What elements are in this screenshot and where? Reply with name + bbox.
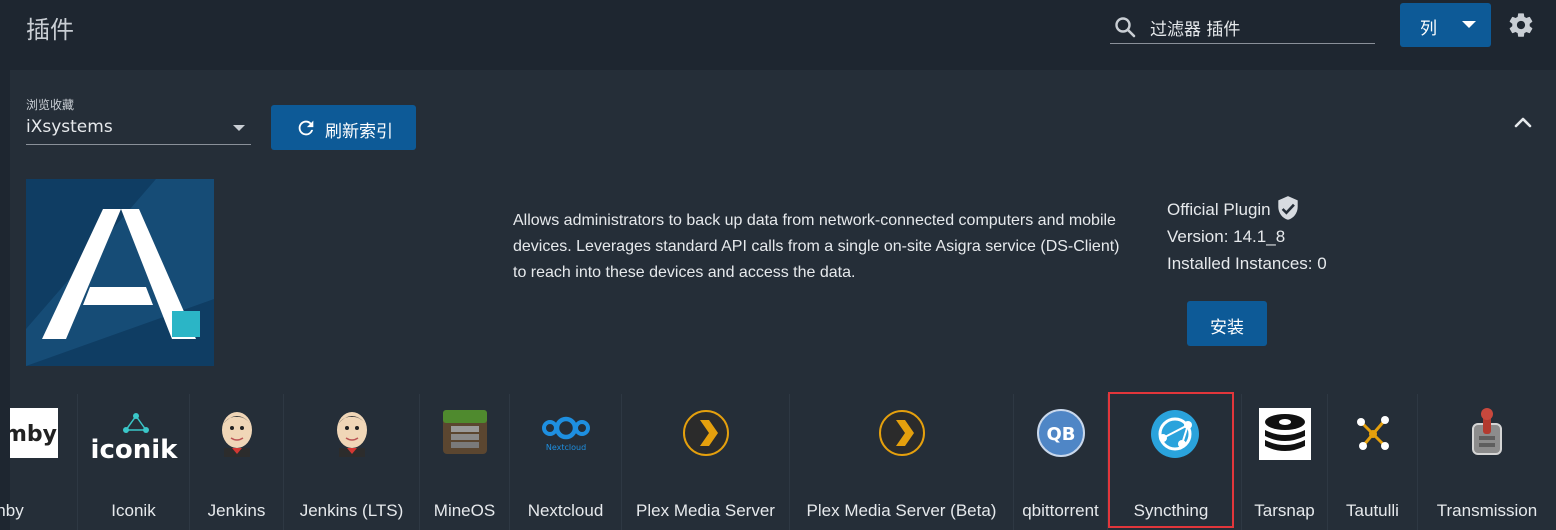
chevron-up-icon[interactable] [1510, 112, 1536, 132]
plugin-tile-label: Jenkins (LTS) [299, 501, 404, 520]
selected-tile-highlight [1108, 392, 1234, 528]
plugin-tile-label: Iconik [111, 501, 156, 520]
columns-button[interactable]: 列 [1400, 3, 1491, 47]
verified-shield-icon [1277, 196, 1298, 220]
caret-down-icon [1462, 21, 1476, 28]
install-button[interactable]: 安装 [1187, 301, 1267, 346]
page-title: 插件 [26, 16, 74, 44]
plugin-tile-qbittorrent[interactable]: QB qbittorrent [1014, 394, 1108, 530]
gear-icon[interactable] [1507, 11, 1535, 39]
plugin-tile-label: qbittorrent [1022, 501, 1099, 520]
search-field[interactable] [1110, 8, 1375, 44]
qbittorrent-logo-text: QB [1046, 424, 1075, 445]
installed-instances: Installed Instances: 0 [1167, 254, 1327, 273]
plex-icon [878, 410, 925, 456]
emby-icon: mby [10, 408, 58, 458]
plugin-tile-plex[interactable]: Plex Media Server [622, 394, 790, 530]
nextcloud-logo-text: Nextcloud [545, 443, 585, 452]
plugin-tile-tautulli[interactable]: Tautulli [1328, 394, 1418, 530]
plugin-description: Allows administrators to back up data fr… [513, 212, 1120, 281]
plugin-tile-tarsnap[interactable]: Tarsnap [1242, 394, 1328, 530]
plugin-tile-label: Plex Media Server [636, 501, 775, 520]
repo-select[interactable]: iXsystems [26, 113, 251, 145]
plugin-tile-label: Plex Media Server (Beta) [806, 501, 997, 520]
plugin-tile-plex-beta[interactable]: Plex Media Server (Beta) [790, 394, 1014, 530]
refresh-index-label: 刷新索引 [325, 122, 393, 142]
mineos-icon [442, 410, 487, 454]
qbittorrent-icon: QB [1036, 409, 1085, 457]
plugin-tile-label: Tarsnap [1254, 501, 1315, 520]
plugin-tile-label: MineOS [433, 501, 496, 520]
plugin-tile-label: Tautulli [1346, 501, 1399, 520]
repo-select-value: iXsystems [26, 117, 113, 137]
official-plugin-label: Official Plugin [1167, 199, 1271, 219]
plugin-tile-label: Nextcloud [527, 501, 604, 520]
plugin-tile-nextcloud[interactable]: Nextcloud Nextcloud [510, 394, 622, 530]
refresh-index-button[interactable]: 刷新索引 [271, 105, 416, 150]
plugin-tile-transmission[interactable]: Transmission [1418, 394, 1556, 530]
search-icon [1115, 17, 1136, 38]
jenkins-icon [221, 412, 252, 457]
plugin-tile-label: Transmission [1436, 501, 1538, 520]
install-button-label: 安装 [1210, 318, 1244, 338]
left-strip [0, 62, 10, 530]
jenkins-icon [336, 412, 367, 457]
columns-button-label: 列 [1420, 19, 1437, 39]
nextcloud-icon: Nextcloud [541, 416, 590, 452]
tautulli-icon [1356, 416, 1389, 450]
iconik-icon: iconik [90, 413, 178, 464]
plugin-meta: Official Plugin Version: 14.1_8 Installe… [1167, 195, 1327, 277]
caret-down-icon [233, 125, 245, 131]
transmission-icon [1472, 408, 1502, 455]
plugin-tile-iconik[interactable]: iconik Iconik [78, 394, 190, 530]
top-bar: 插件 列 [0, 0, 1556, 62]
plugin-tile-label: Jenkins [207, 501, 266, 520]
plugin-tile-jenkins[interactable]: Jenkins [190, 394, 284, 530]
plugin-tile-label: nby [0, 501, 24, 520]
tarsnap-icon [1258, 408, 1311, 460]
emby-logo-text: mby [10, 422, 57, 447]
plugin-tile-mineos[interactable]: MineOS [420, 394, 510, 530]
plex-icon [682, 410, 729, 456]
iconik-logo-text: iconik [90, 435, 177, 464]
plugin-tile-jenkins-lts[interactable]: Jenkins (LTS) [284, 394, 420, 530]
asigra-logo [26, 179, 214, 366]
plugin-tile-emby[interactable]: mby nby [0, 394, 78, 530]
refresh-icon [298, 120, 314, 136]
plugin-version: Version: 14.1_8 [1167, 227, 1286, 246]
repo-label: 浏览收藏 [26, 98, 75, 112]
search-input[interactable] [1150, 14, 1370, 40]
